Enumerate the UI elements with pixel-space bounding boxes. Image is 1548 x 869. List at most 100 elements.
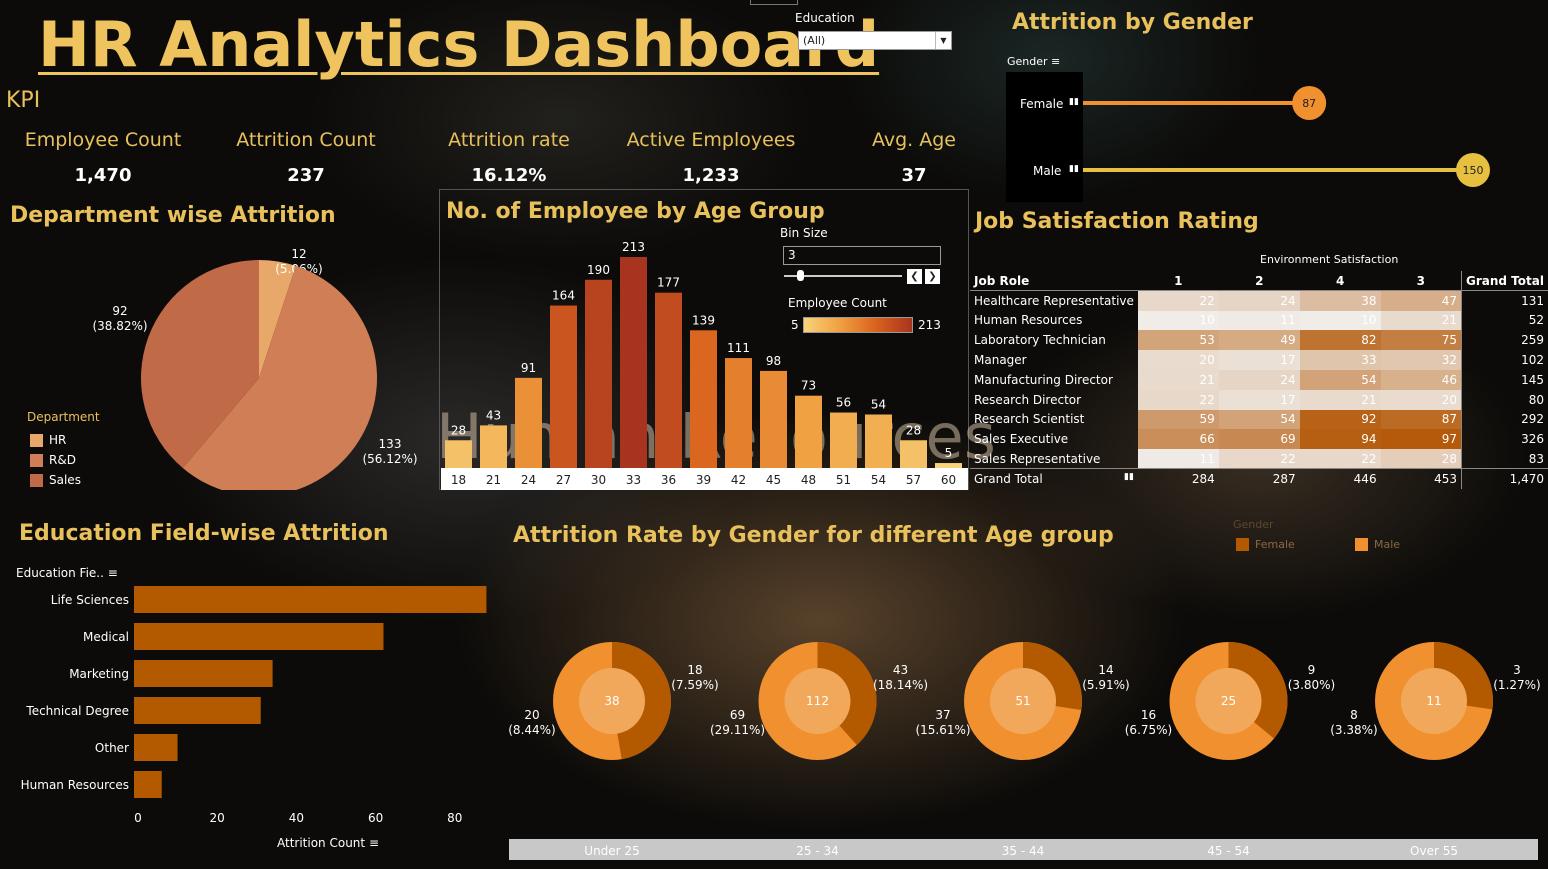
edu-axis-text: Attrition Count xyxy=(277,836,366,850)
sort-icon[interactable]: ≡ xyxy=(369,836,379,850)
table-cell: 10 xyxy=(1299,310,1381,331)
x-tick-label: 0 xyxy=(134,811,142,825)
y-tick-label: Human Resources xyxy=(21,778,129,792)
job-satisfaction-title: Job Satisfaction Rating xyxy=(975,209,1259,234)
education-filter-dropdown[interactable]: (All) ▼ xyxy=(798,31,952,50)
table-cell: 24 xyxy=(1218,290,1300,311)
grand-total-row: Grand Total ▮▮ 284 287 446 453 1,470 xyxy=(970,468,1548,489)
legend-item[interactable]: Male xyxy=(1355,538,1400,551)
table-row: Research Scientist 59 54 92 87 292 xyxy=(970,409,1548,430)
female-pct-label: (1.27%) xyxy=(1493,678,1540,692)
table-cell: 259 xyxy=(1460,330,1548,351)
education-filter-value: (All) xyxy=(803,34,826,47)
sort-icon[interactable]: ≡ xyxy=(108,566,118,580)
gender-value-label: 150 xyxy=(1463,164,1484,177)
table-cell: 54 xyxy=(1218,409,1300,430)
legend-item[interactable]: R&D xyxy=(30,450,81,470)
dept-legend: HR R&D Sales xyxy=(30,430,81,490)
chevron-right-icon[interactable]: ❯ xyxy=(925,269,940,284)
female-value-label: 9 xyxy=(1308,663,1316,677)
legend-item[interactable]: HR xyxy=(30,430,81,450)
male-value-label: 69 xyxy=(730,708,745,722)
x-tick-label: 45 xyxy=(766,473,781,487)
age-bar xyxy=(760,370,787,468)
bar-value-label: 56 xyxy=(836,396,851,410)
bar-chart-icon[interactable]: ▮▮ xyxy=(1069,164,1079,174)
bar-value-label: 28 xyxy=(451,423,466,437)
legend-label: Female xyxy=(1255,538,1295,551)
job-role-cell: Sales Executive xyxy=(974,432,1069,447)
bar-value-label: 54 xyxy=(871,398,886,412)
x-tick-label: 40 xyxy=(289,811,304,825)
table-cell: 131 xyxy=(1460,290,1548,311)
bin-size-slider-handle[interactable] xyxy=(797,270,804,281)
chevron-left-icon[interactable]: ❮ xyxy=(907,269,922,284)
x-tick-label: 27 xyxy=(556,473,571,487)
x-tick-label: 54 xyxy=(871,473,886,487)
edu-title: Education Field-wise Attrition xyxy=(19,521,389,546)
pie-label: 92 xyxy=(112,304,127,318)
female-value-label: 14 xyxy=(1098,663,1113,677)
gender-age-donut-chart: 3818(7.59%)20(8.44%)Under 2511243(18.14%… xyxy=(508,642,1541,860)
table-cell: 47 xyxy=(1380,290,1462,311)
table-cell: 22 xyxy=(1218,449,1300,469)
legend-item[interactable]: Sales xyxy=(30,470,81,490)
table-cell: 32 xyxy=(1380,350,1462,370)
table-cell: 11 xyxy=(1137,449,1219,469)
job-role-cell: Human Resources xyxy=(974,313,1083,328)
edu-bar xyxy=(134,734,178,761)
male-pct-label: (15.61%) xyxy=(915,723,970,737)
edu-bar xyxy=(134,660,273,687)
female-pct-label: (7.59%) xyxy=(671,678,718,692)
job-role-cell: Research Scientist xyxy=(974,412,1085,427)
table-cell: 80 xyxy=(1460,389,1548,410)
kpi-avg-age-label: Avg. Age xyxy=(871,129,956,151)
bar-value-label: 190 xyxy=(587,263,610,277)
kpi-attrition-rate-value: 16.12% xyxy=(471,165,547,186)
legend-label: Male xyxy=(1374,538,1401,551)
employee-count-legend-max: 213 xyxy=(918,318,941,332)
age-band-label: Over 55 xyxy=(1410,844,1458,858)
table-header-row: Job Role 1 2 4 3 Grand Total xyxy=(970,271,1548,291)
legend-label: R&D xyxy=(49,453,76,467)
bar-value-label: 164 xyxy=(552,289,575,303)
table-row: Sales Representative 11 22 22 28 83 xyxy=(970,449,1548,469)
age-bar xyxy=(725,358,752,468)
bin-size-input[interactable]: 3 xyxy=(783,246,941,265)
table-cell: 22 xyxy=(1299,449,1381,469)
dept-pie-chart: 12(5.06%)133(56.12%)92(38.82%) xyxy=(92,247,418,490)
edu-bar-chart: Life Sciences Medical Marketing Technical D… xyxy=(21,586,487,825)
pie-label: (38.82%) xyxy=(92,319,147,333)
x-tick-label: 24 xyxy=(521,473,536,487)
top-handle[interactable] xyxy=(750,0,798,5)
job-role-cell: Manufacturing Director xyxy=(974,372,1113,387)
gender-title: Attrition by Gender xyxy=(1012,10,1253,35)
table-cell: 20 xyxy=(1380,389,1462,410)
chevron-down-icon[interactable]: ▼ xyxy=(935,32,951,49)
sort-icon[interactable]: ≡ xyxy=(1051,55,1060,68)
kpi-heading: KPI xyxy=(6,88,41,113)
kpi-avg-age-value: 37 xyxy=(901,165,927,186)
donut-total-label: 51 xyxy=(1015,694,1030,708)
col-header: 1 xyxy=(1174,273,1183,288)
edu-bar xyxy=(134,771,162,798)
bar-chart-icon[interactable]: ▮▮ xyxy=(1069,97,1079,107)
gender-male-label: Male xyxy=(1033,164,1062,178)
job-role-cell: Manager xyxy=(974,353,1027,368)
edu-field-label: Education Fie.. ≡ xyxy=(16,566,118,580)
table-cell: 97 xyxy=(1380,429,1462,450)
bar-value-label: 5 xyxy=(945,446,953,460)
bar-chart-icon[interactable]: ▮▮ xyxy=(1124,472,1134,482)
x-tick-label: 21 xyxy=(486,473,501,487)
job-role-header: Job Role xyxy=(974,273,1030,288)
kpi-attrition-rate-label: Attrition rate xyxy=(448,129,570,151)
x-tick-label: 18 xyxy=(451,473,466,487)
age-band-label: 45 - 54 xyxy=(1207,844,1250,858)
legend-label: HR xyxy=(49,433,67,447)
table-cell: 20 xyxy=(1137,350,1219,370)
male-pct-label: (29.11%) xyxy=(710,723,765,737)
legend-item[interactable]: Female xyxy=(1236,538,1295,551)
col-header: 2 xyxy=(1255,273,1264,288)
env-satisfaction-label: Environment Satisfaction xyxy=(1260,253,1399,266)
table-cell: 94 xyxy=(1299,429,1381,450)
